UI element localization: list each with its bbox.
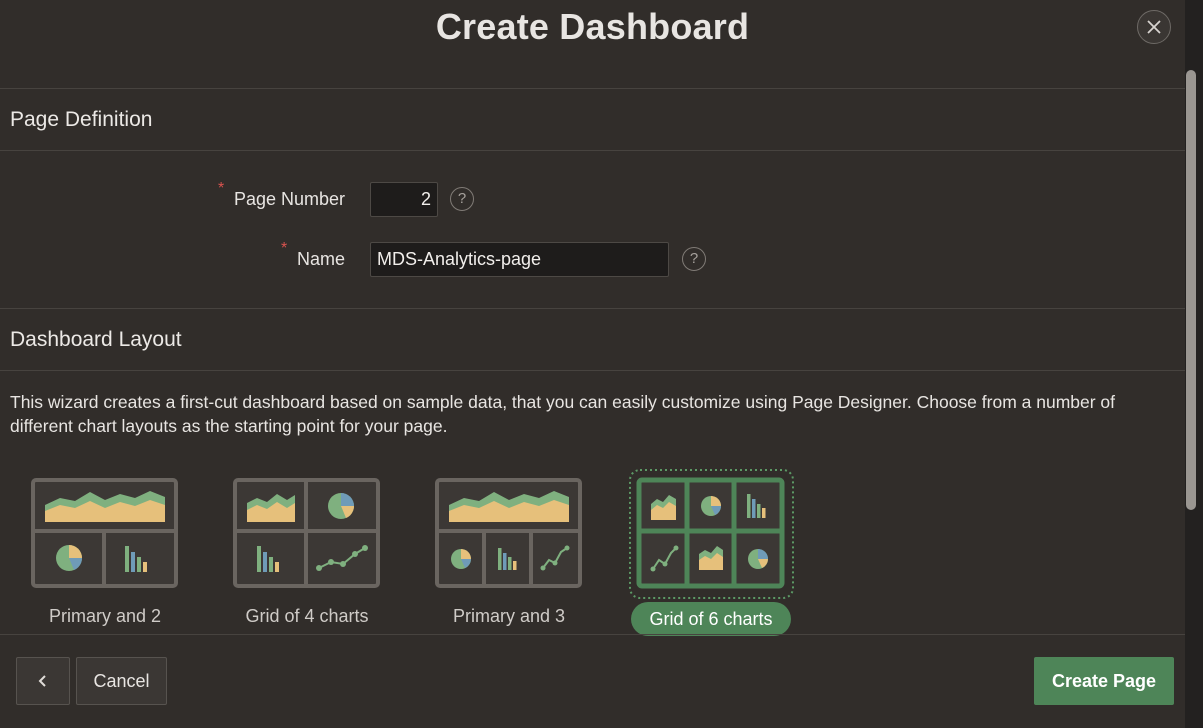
layout-option-label: Primary and 3 — [452, 606, 566, 626]
page-number-label: Page Number — [233, 189, 345, 209]
close-button[interactable] — [1137, 10, 1171, 44]
divider — [0, 370, 1185, 371]
layout-option-label: Grid of 6 charts — [631, 602, 791, 636]
divider — [0, 634, 1185, 635]
layout-option-label: Primary and 2 — [48, 606, 162, 626]
divider — [0, 150, 1185, 151]
help-icon[interactable]: ? — [450, 187, 474, 211]
name-label: Name — [296, 249, 345, 269]
layout-option-primary-and-3[interactable]: Primary and 3 — [429, 468, 589, 630]
close-icon — [1147, 20, 1161, 34]
grid-of-4-layout-icon — [233, 478, 380, 588]
layout-option-primary-and-2[interactable]: Primary and 2 — [25, 468, 185, 630]
layout-option-label: Grid of 4 charts — [245, 606, 369, 626]
create-page-button[interactable]: Create Page — [1034, 657, 1174, 705]
divider — [0, 88, 1185, 89]
help-icon[interactable]: ? — [682, 247, 706, 271]
section-title-dashboard-layout: Dashboard Layout — [10, 328, 182, 351]
layout-description: This wizard creates a first-cut dashboar… — [10, 392, 1116, 436]
dialog-title: Create Dashboard — [435, 6, 750, 47]
chevron-left-icon — [38, 675, 46, 687]
layout-option-grid-of-6-charts[interactable]: Grid of 6 charts — [629, 468, 794, 636]
layout-option-grid-of-4-charts[interactable]: Grid of 4 charts — [227, 468, 387, 630]
name-input[interactable] — [370, 242, 669, 277]
scrollbar[interactable] — [1186, 70, 1196, 510]
cancel-button[interactable]: Cancel — [76, 657, 167, 705]
primary-and-2-layout-icon — [31, 478, 178, 588]
section-title-page-definition: Page Definition — [10, 108, 153, 131]
back-button[interactable] — [16, 657, 70, 705]
grid-of-6-layout-icon — [629, 469, 794, 599]
create-dashboard-dialog: Create Dashboard Page Definition * Page … — [0, 0, 1185, 728]
divider — [0, 308, 1185, 309]
dialog-title-bar: Create Dashboard — [0, 0, 1185, 58]
page-number-input[interactable] — [370, 182, 438, 217]
primary-and-3-layout-icon — [435, 478, 582, 588]
